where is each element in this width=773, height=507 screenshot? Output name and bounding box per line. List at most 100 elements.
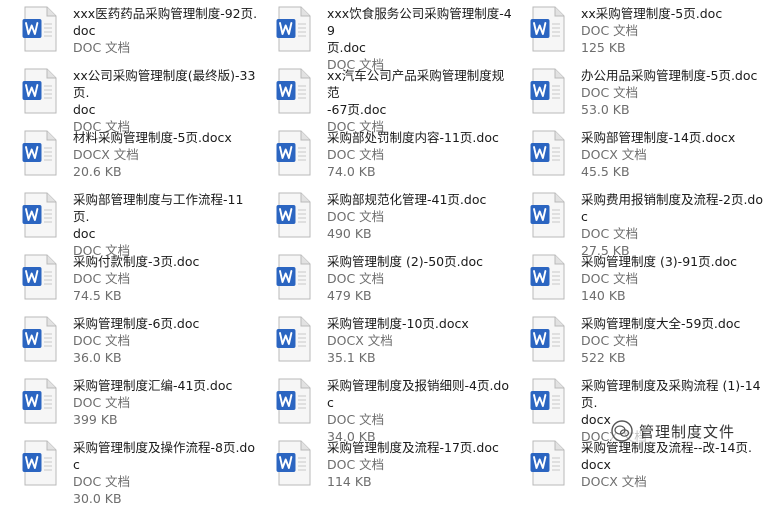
word-docx-icon xyxy=(530,130,565,176)
file-item[interactable]: xx采购管理制度-5页.doc DOC 文档 125 KB xyxy=(508,4,758,64)
file-text: 采购管理制度及流程--改-14页. docx DOCX 文档 xyxy=(581,439,766,490)
file-item[interactable]: 采购管理制度 (2)-50页.doc DOC 文档 479 KB xyxy=(254,252,504,312)
file-name: 采购管理制度大全-59页.doc xyxy=(581,316,741,331)
file-text: xxx医药药品采购管理制度-92页. doc DOC 文档 xyxy=(73,5,258,56)
file-name: 采购管理制度及操作流程-8页.doc xyxy=(73,440,256,472)
file-type: DOC 文档 xyxy=(327,271,385,286)
file-item[interactable]: 办公用品采购管理制度-5页.doc DOC 文档 53.0 KB xyxy=(508,66,758,126)
word-doc-icon xyxy=(22,68,57,114)
file-name: 采购管理制度及流程--改-14页. docx xyxy=(581,440,752,472)
word-doc-icon xyxy=(530,6,565,52)
file-type: DOC 文档 xyxy=(73,474,131,489)
file-item[interactable]: 采购部管理制度与工作流程-11页. doc DOC 文档 xyxy=(0,190,250,258)
file-text: 办公用品采购管理制度-5页.doc DOC 文档 53.0 KB xyxy=(581,67,766,118)
file-item[interactable]: xx汽车公司产品采购管理制度规范 -67页.doc DOC 文档 xyxy=(254,66,504,134)
file-item[interactable]: 采购部处罚制度内容-11页.doc DOC 文档 74.0 KB xyxy=(254,128,504,188)
file-item[interactable]: 采购部管理制度-14页.docx DOCX 文档 45.5 KB xyxy=(508,128,758,188)
file-type: DOC 文档 xyxy=(73,333,131,348)
file-text: 采购管理制度及流程-17页.doc DOC 文档 114 KB xyxy=(327,439,512,490)
word-doc-icon xyxy=(22,192,57,238)
file-name: xxx医药药品采购管理制度-92页. doc xyxy=(73,6,258,38)
word-docx-icon xyxy=(276,316,311,362)
file-item[interactable]: 采购管理制度及流程-17页.doc DOC 文档 114 KB xyxy=(254,438,504,498)
file-item[interactable]: 采购管理制度 (3)-91页.doc DOC 文档 140 KB xyxy=(508,252,758,312)
file-name: 采购部处罚制度内容-11页.doc xyxy=(327,130,499,145)
file-name: xx采购管理制度-5页.doc xyxy=(581,6,723,21)
file-size: 522 KB xyxy=(581,350,626,365)
file-item[interactable]: 材料采购管理制度-5页.docx DOCX 文档 20.6 KB xyxy=(0,128,250,188)
file-text: 采购管理制度及操作流程-8页.doc DOC 文档 30.0 KB xyxy=(73,439,258,507)
file-type: DOC 文档 xyxy=(73,271,131,286)
file-item[interactable]: 采购付款制度-3页.doc DOC 文档 74.5 KB xyxy=(0,252,250,312)
file-text: 采购管理制度及报销细则-4页.doc DOC 文档 34.0 KB xyxy=(327,377,512,445)
file-name: 采购部管理制度与工作流程-11页. doc xyxy=(73,192,244,241)
file-type: DOCX 文档 xyxy=(327,333,393,348)
file-text: 采购管理制度汇编-41页.doc DOC 文档 399 KB xyxy=(73,377,258,428)
file-name: 采购管理制度及流程-17页.doc xyxy=(327,440,499,455)
word-doc-icon xyxy=(530,192,565,238)
file-type: DOC 文档 xyxy=(581,226,639,241)
file-text: 采购付款制度-3页.doc DOC 文档 74.5 KB xyxy=(73,253,258,304)
file-size: 125 KB xyxy=(581,40,626,55)
word-docx-icon xyxy=(530,440,565,486)
file-item[interactable]: xxx医药药品采购管理制度-92页. doc DOC 文档 xyxy=(0,4,257,64)
file-name: xx公司采购管理制度(最终版)-33页. doc xyxy=(73,68,256,117)
file-name: 采购费用报销制度及流程-2页.doc xyxy=(581,192,764,224)
file-item[interactable]: 采购管理制度-6页.doc DOC 文档 36.0 KB xyxy=(0,314,250,374)
file-type: DOCX 文档 xyxy=(581,147,647,162)
file-grid: xxx医药药品采购管理制度-92页. doc DOC 文档 xxx饮食服务公司采购管… xyxy=(0,0,773,506)
file-name: 材料采购管理制度-5页.docx xyxy=(73,130,232,145)
file-type: DOCX 文档 xyxy=(73,147,139,162)
word-doc-icon xyxy=(22,378,57,424)
file-type: DOC 文档 xyxy=(327,147,385,162)
file-name: xx汽车公司产品采购管理制度规范 -67页.doc xyxy=(327,68,505,117)
file-item[interactable]: 采购费用报销制度及流程-2页.doc DOC 文档 27.5 KB xyxy=(508,190,763,258)
file-text: 采购部管理制度与工作流程-11页. doc DOC 文档 xyxy=(73,191,258,259)
file-name: 采购付款制度-3页.doc xyxy=(73,254,200,269)
file-type: DOC 文档 xyxy=(581,23,639,38)
file-size: 36.0 KB xyxy=(73,350,122,365)
file-item[interactable]: 采购管理制度及操作流程-8页.doc DOC 文档 30.0 KB xyxy=(0,438,255,506)
file-text: 采购管理制度大全-59页.doc DOC 文档 522 KB xyxy=(581,315,766,366)
file-item[interactable]: xx公司采购管理制度(最终版)-33页. doc DOC 文档 xyxy=(0,66,255,134)
file-size: 74.5 KB xyxy=(73,288,122,303)
file-name: 采购管理制度 (2)-50页.doc xyxy=(327,254,484,269)
file-name: 办公用品采购管理制度-5页.doc xyxy=(581,68,758,83)
file-item[interactable]: 采购管理制度及报销细则-4页.doc DOC 文档 34.0 KB xyxy=(254,376,509,444)
file-type: DOC 文档 xyxy=(73,40,131,55)
word-doc-icon xyxy=(276,68,311,114)
file-name: 采购管理制度 (3)-91页.doc xyxy=(581,254,738,269)
word-doc-icon xyxy=(22,316,57,362)
file-item[interactable]: 采购管理制度大全-59页.doc DOC 文档 522 KB xyxy=(508,314,758,374)
file-text: xx汽车公司产品采购管理制度规范 -67页.doc DOC 文档 xyxy=(327,67,512,135)
file-text: 采购费用报销制度及流程-2页.doc DOC 文档 27.5 KB xyxy=(581,191,766,259)
file-size: 399 KB xyxy=(73,412,118,427)
file-size: 53.0 KB xyxy=(581,102,630,117)
file-item[interactable]: 采购管理制度及流程--改-14页. docx DOCX 文档 xyxy=(508,438,758,498)
file-name: 采购管理制度-10页.docx xyxy=(327,316,469,331)
file-item[interactable]: 采购管理制度汇编-41页.doc DOC 文档 399 KB xyxy=(0,376,250,436)
file-text: xx采购管理制度-5页.doc DOC 文档 125 KB xyxy=(581,5,766,56)
wechat-logo-icon xyxy=(611,420,633,442)
file-item[interactable]: xxx饮食服务公司采购管理制度-49 页.doc DOC 文档 xyxy=(254,4,512,72)
word-doc-icon xyxy=(22,440,57,486)
file-text: 材料采购管理制度-5页.docx DOCX 文档 20.6 KB xyxy=(73,129,258,180)
file-type: DOC 文档 xyxy=(327,412,385,427)
file-size: 490 KB xyxy=(327,226,372,241)
file-item[interactable]: 采购部规范化管理-41页.doc DOC 文档 490 KB xyxy=(254,190,504,250)
file-text: xx公司采购管理制度(最终版)-33页. doc DOC 文档 xyxy=(73,67,258,135)
file-type: DOC 文档 xyxy=(327,457,385,472)
file-size: 20.6 KB xyxy=(73,164,122,179)
file-item[interactable]: 采购管理制度-10页.docx DOCX 文档 35.1 KB xyxy=(254,314,504,374)
file-size: 114 KB xyxy=(327,474,372,489)
file-type: DOC 文档 xyxy=(581,333,639,348)
word-doc-icon xyxy=(276,440,311,486)
file-size: 45.5 KB xyxy=(581,164,630,179)
file-name: 采购管理制度-6页.doc xyxy=(73,316,200,331)
word-doc-icon xyxy=(276,130,311,176)
word-doc-icon xyxy=(530,254,565,300)
word-doc-icon xyxy=(22,254,57,300)
file-name: 采购管理制度及报销细则-4页.doc xyxy=(327,378,510,410)
file-text: 采购部管理制度-14页.docx DOCX 文档 45.5 KB xyxy=(581,129,766,180)
file-text: 采购部规范化管理-41页.doc DOC 文档 490 KB xyxy=(327,191,512,242)
